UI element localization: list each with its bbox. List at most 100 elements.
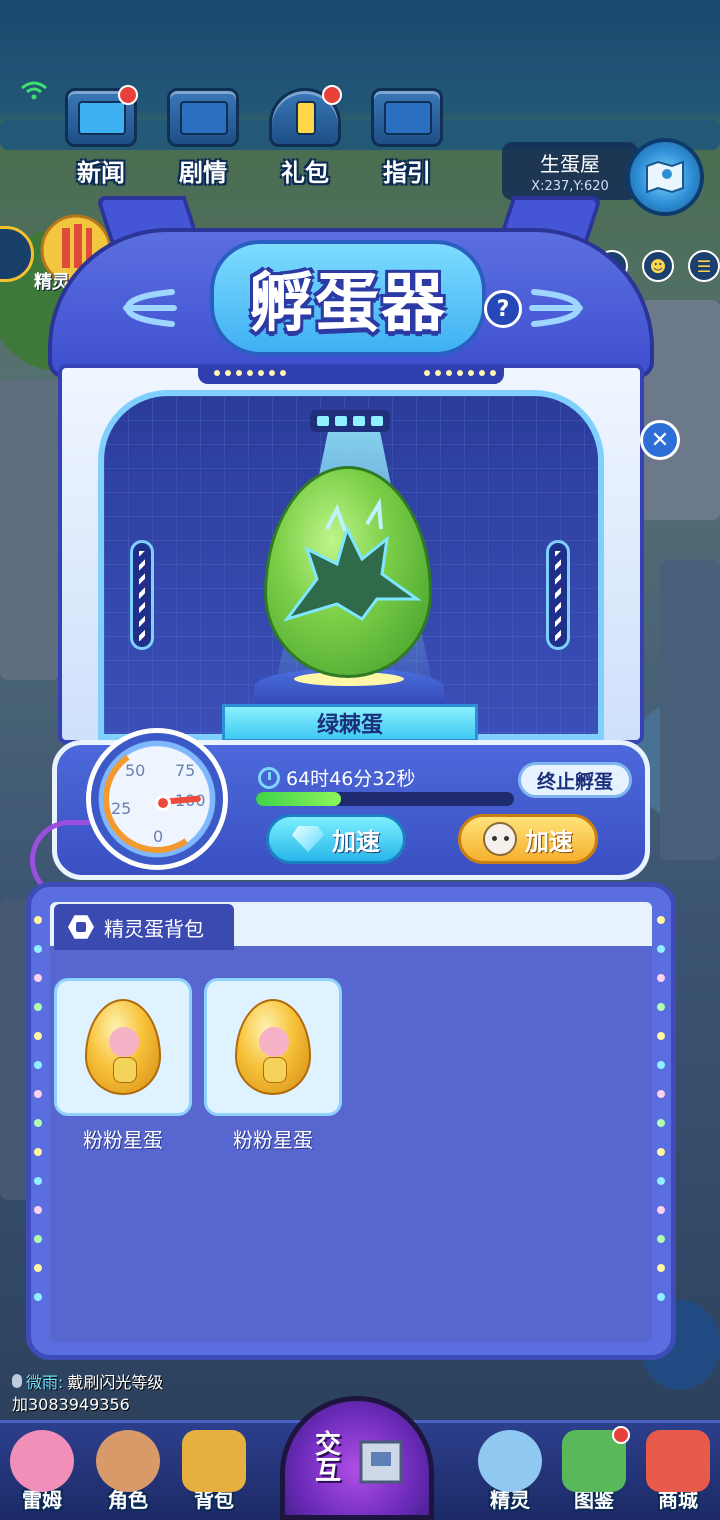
leimu-avatar-icon	[10, 1430, 74, 1492]
gauge-tick: 75	[175, 761, 196, 780]
character-avatar-icon	[96, 1430, 160, 1492]
led-light	[34, 1119, 42, 1127]
led-light	[657, 1206, 665, 1214]
world-map-button[interactable]	[626, 138, 704, 216]
egg-slot-box	[204, 978, 342, 1116]
egg-slot-box	[54, 978, 192, 1116]
ceiling-lamp	[310, 410, 390, 432]
gauge-hub	[155, 795, 171, 811]
led-light	[34, 1206, 42, 1214]
pink-star-egg-icon	[235, 999, 311, 1095]
green-thorn-egg[interactable]	[264, 466, 432, 678]
egg-slot[interactable]: 粉粉星蛋	[204, 978, 342, 1153]
close-icon[interactable]: ✕	[640, 420, 680, 460]
location-panel: 生蛋屋 X:237,Y:620	[502, 142, 638, 200]
led-light	[34, 1177, 42, 1185]
menu-story-label: 剧情	[179, 159, 227, 187]
led-light	[34, 945, 42, 953]
chat-box[interactable]: 微雨: 戴刷闪光等级 加3083949356	[12, 1370, 163, 1414]
menu-gift[interactable]: 礼包	[262, 85, 348, 188]
led-light	[657, 1032, 665, 1040]
light-strip	[198, 366, 504, 384]
nav-leimu[interactable]: 雷姆	[2, 1430, 82, 1520]
led-light	[34, 1032, 42, 1040]
pet-speedup-label: 加速	[525, 827, 573, 856]
nav-backpack[interactable]: 背包	[174, 1430, 254, 1520]
incubation-progress-bar	[256, 792, 514, 806]
stopwatch-icon	[258, 766, 280, 789]
gauge-tick: 25	[111, 799, 132, 818]
menu-gift-label: 礼包	[281, 159, 329, 187]
led-light	[657, 1061, 665, 1069]
led-light	[657, 1177, 665, 1185]
microphone-icon	[12, 1374, 22, 1388]
egg-slot-label: 粉粉星蛋	[83, 1128, 163, 1152]
gift-box-icon	[269, 85, 342, 147]
hexagon-icon	[68, 915, 94, 939]
progress-fill	[256, 792, 342, 806]
menu-news-label: 新闻	[77, 159, 125, 187]
newspaper-tv-icon	[65, 85, 138, 147]
shop-icon	[646, 1430, 710, 1492]
stop-incubation-button[interactable]: 终止孵蛋	[518, 762, 632, 798]
nav-sprite[interactable]: 精灵	[470, 1430, 550, 1520]
location-coords: X:237,Y:620	[531, 179, 609, 194]
codex-book-icon	[562, 1426, 630, 1492]
egg-name-label: 绿棘蛋	[222, 704, 478, 742]
sprite-avatar-icon	[478, 1430, 542, 1492]
nav-character[interactable]: 角色	[88, 1430, 168, 1520]
pet-speedup-button[interactable]: 加速	[458, 814, 598, 864]
menu-story[interactable]: 剧情	[160, 88, 246, 188]
menu-guide[interactable]: 指引	[364, 88, 450, 188]
dragon-silhouette-icon	[283, 497, 422, 622]
diamond-icon	[292, 826, 324, 852]
menu-news[interactable]: 新闻	[58, 85, 144, 188]
building-icon	[359, 1440, 403, 1484]
timer-text: 64时46分32秒	[286, 768, 416, 790]
diamond-speedup-label: 加速	[332, 827, 380, 856]
list-icon[interactable]: ☰	[688, 250, 720, 282]
led-light	[657, 974, 665, 982]
story-box-icon	[167, 88, 239, 147]
pet-face-icon	[483, 822, 517, 856]
nav-shop[interactable]: 商城	[638, 1430, 718, 1520]
led-strip-right	[657, 916, 665, 1301]
tab-egg-backpack[interactable]: 精灵蛋背包	[54, 904, 234, 950]
title-plate: 孵蛋器	[210, 240, 486, 356]
wifi-icon	[21, 81, 47, 100]
led-light	[34, 1293, 42, 1301]
led-light	[34, 1264, 42, 1272]
led-light	[657, 1148, 665, 1156]
chat-message-line2: 加3083949356	[12, 1395, 130, 1414]
side-tube-right	[546, 540, 570, 650]
led-light	[34, 1148, 42, 1156]
menu-guide-label: 指引	[383, 159, 431, 187]
diamond-speedup-button[interactable]: 加速	[266, 814, 406, 864]
egg-slot-label: 粉粉星蛋	[233, 1128, 313, 1152]
chat-sender: 微雨:	[26, 1373, 64, 1392]
led-light	[34, 1235, 42, 1243]
notification-dot	[322, 85, 342, 105]
pet-face-icon[interactable]: ☻	[642, 250, 674, 282]
led-light	[657, 1090, 665, 1098]
help-button[interactable]: ?	[484, 290, 522, 328]
location-name: 生蛋屋	[540, 152, 600, 176]
tab-egg-backpack-label: 精灵蛋背包	[104, 916, 204, 941]
incubation-timer: 64时46分32秒	[258, 764, 416, 791]
chat-message: 戴刷闪光等级	[67, 1373, 164, 1392]
top-menu: 新闻 剧情 礼包 指引	[58, 85, 450, 188]
led-light	[657, 1293, 665, 1301]
whisker-decoration	[123, 289, 177, 327]
speed-gauge: 50 75 25 100 0	[86, 728, 228, 870]
led-strip-left	[34, 916, 42, 1301]
led-light	[34, 916, 42, 924]
led-light	[657, 1003, 665, 1011]
egg-slot-list: 粉粉星蛋 粉粉星蛋	[54, 978, 342, 1153]
map-icon	[646, 160, 684, 194]
nav-codex[interactable]: 图鉴	[554, 1426, 634, 1520]
gauge-tick: 50	[125, 761, 146, 780]
egg-slot[interactable]: 粉粉星蛋	[54, 978, 192, 1153]
led-light	[657, 1264, 665, 1272]
led-light	[657, 945, 665, 953]
pink-star-egg-icon	[85, 999, 161, 1095]
